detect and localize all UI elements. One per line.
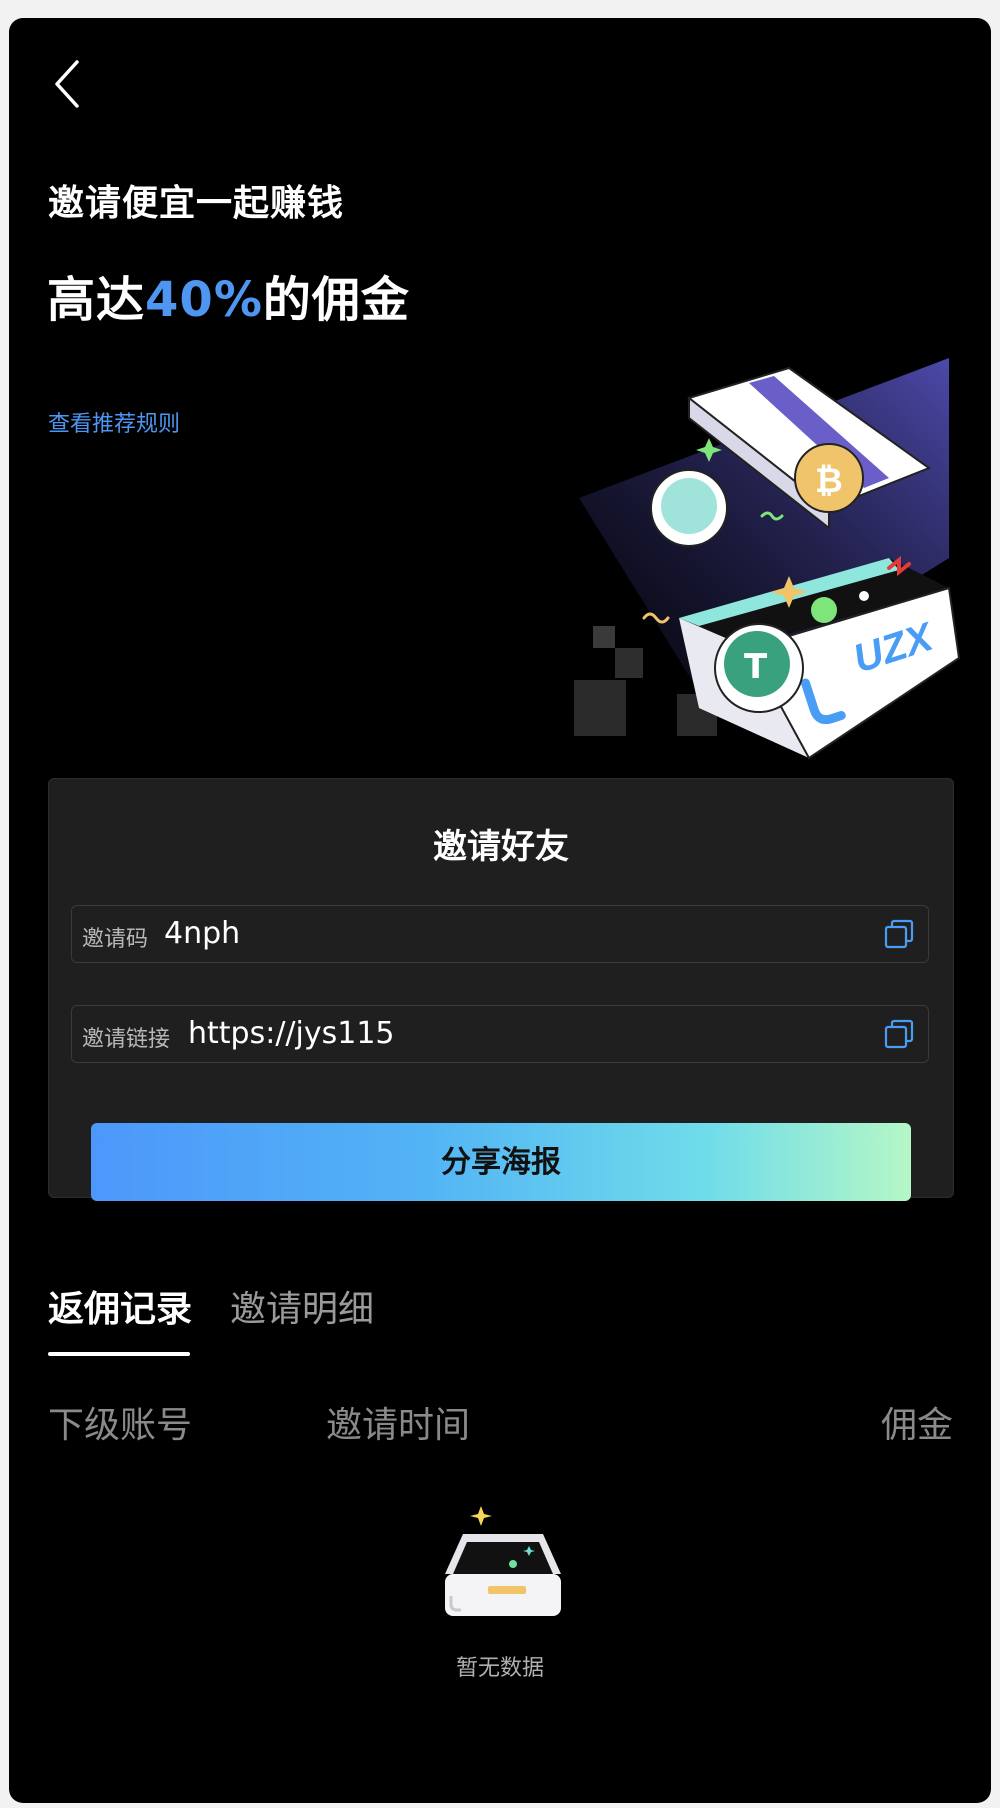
invite-link-value: https://jys115 — [188, 1016, 395, 1051]
column-header-sub-account: 下级账号 — [48, 1405, 193, 1446]
chevron-left-icon — [55, 60, 79, 108]
share-poster-button[interactable]: 分享海报 — [91, 1123, 911, 1201]
headline-suffix: 的佣金 — [262, 272, 410, 328]
column-header-invite-time: 邀请时间 — [326, 1405, 471, 1446]
pixel-block — [593, 626, 615, 648]
green-ball — [811, 597, 837, 623]
invite-screen: 邀请便宜一起赚钱 高达40%的佣金 查看推荐规则 UZX ₿ T 邀请好友 邀请… — [9, 18, 991, 1803]
tether-symbol: T — [744, 647, 768, 687]
invite-link-field: 邀请链接 https://jys115 — [71, 1005, 929, 1063]
gift-box-illustration: UZX ₿ T — [574, 358, 961, 760]
copy-icon — [884, 919, 914, 949]
commission-headline: 高达40%的佣金 — [47, 260, 410, 330]
back-button[interactable] — [39, 54, 99, 114]
headline-accent: 40% — [145, 272, 263, 328]
copy-invite-code-button[interactable] — [884, 919, 914, 949]
copy-invite-link-button[interactable] — [884, 1019, 914, 1049]
pixel-block — [574, 680, 626, 736]
pixel-block — [615, 648, 643, 678]
invite-code-field: 邀请码 4nph — [71, 905, 929, 963]
column-header-commission: 佣金 — [880, 1405, 953, 1446]
invite-card-title: 邀请好友 — [433, 827, 569, 867]
coin-ethereum-face — [661, 478, 717, 534]
empty-inbox-icon — [445, 1506, 561, 1616]
page-subtitle: 邀请便宜一起赚钱 — [48, 183, 345, 224]
active-tab-indicator — [48, 1352, 190, 1356]
referral-rules-link[interactable]: 查看推荐规则 — [48, 406, 180, 438]
bitcoin-symbol: ₿ — [815, 461, 843, 501]
invite-link-label: 邀请链接 — [82, 1027, 171, 1052]
white-dot — [859, 591, 869, 601]
invite-friends-card: 邀请好友 邀请码 4nph 邀请链接 https://jys115 分享海报 — [48, 778, 954, 1201]
invite-code-label: 邀请码 — [82, 927, 149, 952]
headline-prefix: 高达 — [47, 272, 146, 328]
tab-invite-details[interactable]: 邀请明细 — [230, 1280, 374, 1332]
invite-code-value: 4nph — [164, 916, 241, 951]
copy-icon — [884, 1019, 914, 1049]
tab-rebate-records[interactable]: 返佣记录 — [48, 1280, 192, 1332]
empty-state-text: 暂无数据 — [455, 1656, 544, 1681]
